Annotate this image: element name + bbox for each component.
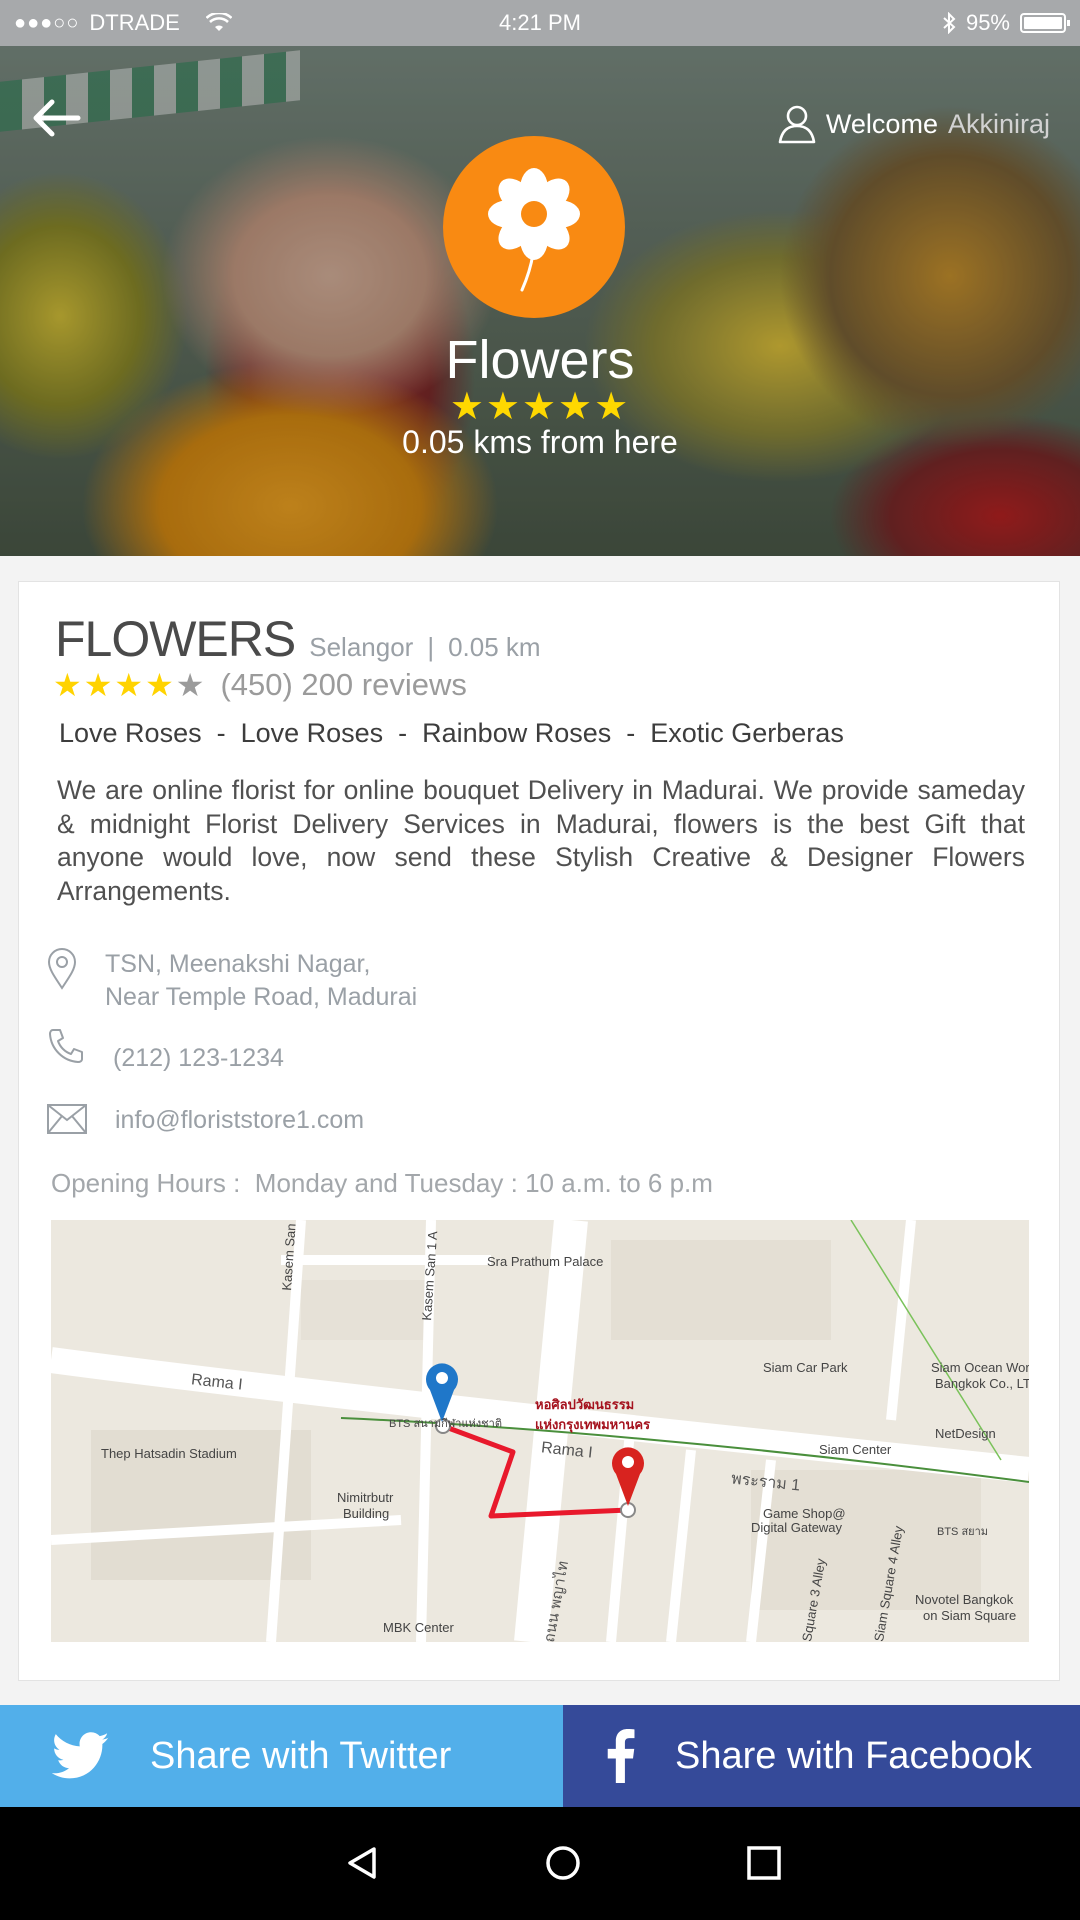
opening-hours-label: Opening Hours : [51,1168,241,1198]
map-label: หอศิลปวัฒนธรรม [535,1397,635,1412]
map-label: BTS สนามกีฬาแห่งชาติ [389,1418,502,1430]
flower-icon [488,168,580,292]
map-label: Building [343,1506,390,1521]
hero-banner: Welcome Akkiniraj Flowers ★★★★★ 0.05 kms… [0,46,1080,556]
hero-distance: 0.05 kms from here [402,424,678,460]
location-map[interactable]: Sra Prathum Palace Kasem San Kasem San 1… [51,1220,1029,1642]
map-label: Siam Ocean Wor [931,1360,1029,1375]
map-label: Siam Car Park [763,1360,848,1375]
address-row[interactable]: TSN, Meenakshi Nagar, Near Temple Road, … [47,948,417,1014]
review-count[interactable]: (450) 200 reviews [220,667,466,703]
shop-description: We are online florist for online bouquet… [57,775,1025,906]
nav-back-icon[interactable] [344,1845,380,1881]
back-arrow-icon[interactable] [30,96,82,140]
opening-hours: Opening Hours : Monday and Tuesday : 10 … [51,1168,713,1199]
category-logo [443,136,625,318]
twitter-icon [52,1732,109,1779]
map-label: แห่งกรุงเทพมหานคร [535,1417,651,1432]
address-text: TSN, Meenakshi Nagar, Near Temple Road, … [105,948,417,1014]
location-pin-icon [47,948,77,990]
map-label: Thep Hatsadin Stadium [101,1446,237,1461]
map-label: Game Shop@ [763,1506,846,1521]
rating-row: ★★★★★ (450) 200 reviews [53,666,467,704]
envelope-icon [47,1104,87,1134]
bluetooth-icon [943,12,956,34]
map-label: NetDesign [935,1426,996,1441]
map-label: MBK Center [383,1620,454,1635]
rating-stars: ★★★★★ [53,666,206,704]
battery-percent: 95% [965,10,1010,35]
shop-detail-card: FLOWERS Selangor | 0.05 km ★★★★★ (450) 2… [18,581,1060,1681]
system-navigation-bar [0,1807,1080,1920]
star-filled-icon: ★★★★ [53,667,176,703]
nav-recents-icon[interactable] [746,1845,782,1881]
shop-title-row: FLOWERS Selangor | 0.05 km [55,610,541,668]
shop-location: Selangor [309,632,414,662]
map-label: Digital Gateway [751,1520,843,1535]
battery-icon [1020,13,1070,33]
welcome-user[interactable]: Welcome Akkiniraj [778,104,1050,144]
product-tags: Love Roses - Love Roses - Rainbow Roses … [59,718,844,748]
share-twitter-button[interactable]: Share with Twitter [0,1705,563,1807]
hero-title: Flowers [445,330,635,390]
map-label: Novotel Bangkok [915,1592,1014,1607]
welcome-label: Welcome [825,108,938,139]
star-empty-icon: ★ [175,667,207,703]
share-facebook-button[interactable]: Share with Facebook [563,1705,1080,1807]
shop-distance: 0.05 km [448,632,541,662]
phone-number: (212) 123-1234 [113,1044,284,1072]
map-label: BTS สยาม [937,1526,989,1538]
share-facebook-label: Share with Facebook [675,1734,1032,1777]
destination-pin-icon [612,1447,644,1506]
status-bar: ●●●○○ DTRADE 4:21 PM 95% [0,0,1080,46]
nav-home-icon[interactable] [544,1844,582,1882]
share-bar: Share with Twitter Share with Facebook [0,1705,1080,1807]
user-icon [778,105,816,144]
map-label: Sra Prathum Palace [487,1254,604,1269]
address-line-1: TSN, Meenakshi Nagar, [105,950,371,978]
email-row[interactable]: info@floriststore1.com [47,1104,364,1137]
email-address: info@floriststore1.com [115,1106,365,1134]
address-line-2: Near Temple Road, Madurai [105,983,418,1011]
welcome-username: Akkiniraj [947,108,1050,139]
opening-hours-value: Monday and Tuesday : 10 a.m. to 6 p.m [254,1168,713,1198]
status-time: 4:21 PM [499,10,581,35]
share-twitter-label: Share with Twitter [150,1734,452,1777]
map-label: Nimitrbutr [337,1490,394,1505]
map-label: Bangkok Co., LT [935,1376,1029,1391]
map-label: on Siam Square [923,1608,1017,1623]
shop-title: FLOWERS [55,611,296,667]
map-label: Siam Center [819,1442,892,1457]
facebook-icon [607,1729,635,1783]
hero-rating-stars: ★★★★★ [449,386,631,428]
meta-separator: | [427,632,435,662]
phone-row[interactable]: (212) 123-1234 [47,1028,284,1075]
phone-icon [49,1029,83,1063]
